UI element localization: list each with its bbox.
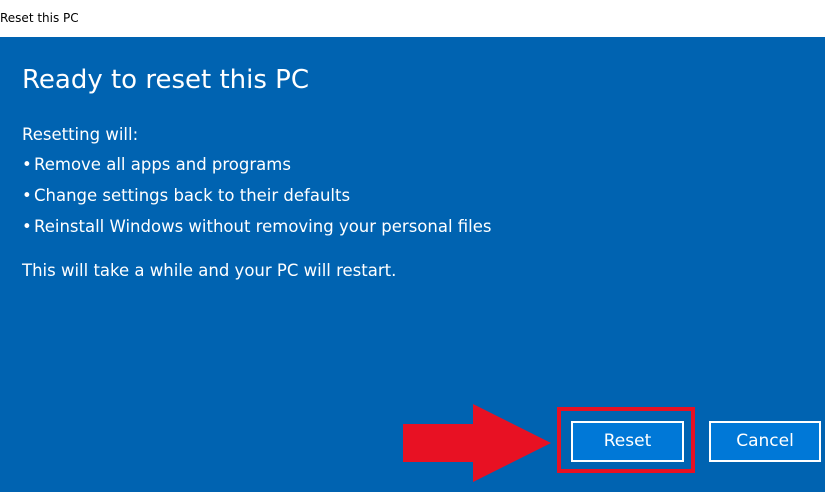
reset-effect-item: • Remove all apps and programs bbox=[22, 155, 492, 186]
dialog-intro: Resetting will: bbox=[22, 125, 139, 144]
reset-dialog-panel: Ready to reset this PC Resetting will: •… bbox=[0, 37, 825, 492]
bullet-dot: • bbox=[22, 155, 32, 174]
cancel-button[interactable]: Cancel bbox=[709, 421, 821, 462]
reset-effect-text: Change settings back to their defaults bbox=[34, 186, 351, 205]
reset-effect-text: Reinstall Windows without removing your … bbox=[34, 217, 492, 236]
window-title: Reset this PC bbox=[0, 11, 79, 25]
reset-button[interactable]: Reset bbox=[571, 421, 684, 462]
reset-effect-text: Remove all apps and programs bbox=[34, 155, 291, 174]
red-arrow-annotation bbox=[403, 404, 551, 482]
reset-effect-item: • Change settings back to their defaults bbox=[22, 186, 492, 217]
reset-effects-list: • Remove all apps and programs • Change se… bbox=[22, 155, 492, 248]
reset-effect-item: • Reinstall Windows without removing your… bbox=[22, 217, 492, 248]
bullet-dot: • bbox=[22, 217, 32, 236]
bullet-dot: • bbox=[22, 186, 32, 205]
restart-note: This will take a while and your PC will … bbox=[22, 261, 397, 280]
dialog-heading: Ready to reset this PC bbox=[22, 65, 310, 95]
window-titlebar: Reset this PC bbox=[0, 0, 825, 36]
